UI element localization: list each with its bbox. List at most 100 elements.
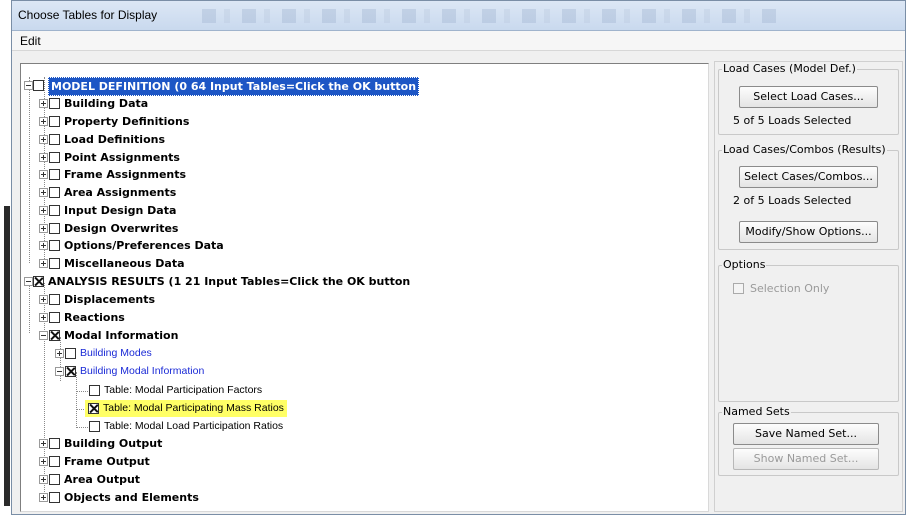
table-tree[interactable]: MODEL DEFINITION (0 64 Input Tables=Clic…	[20, 63, 709, 512]
tree-item-label: Building Data	[64, 97, 149, 110]
options-group: Options Selection Only	[718, 258, 899, 402]
tree-item-checkbox[interactable]	[49, 258, 60, 269]
tree-item-frame-assignments[interactable]: Frame Assignments	[49, 166, 186, 183]
tree-item-checkbox[interactable]	[49, 205, 60, 216]
tree-item-modal-information[interactable]: Modal Information	[49, 327, 178, 344]
expand-icon[interactable]	[39, 259, 48, 268]
tree-item-label: Load Definitions	[64, 133, 166, 146]
tree-item-model-definition[interactable]: MODEL DEFINITION (0 64 Input Tables=Clic…	[33, 77, 420, 96]
tree-item-checkbox[interactable]	[49, 223, 60, 234]
tree-item-options-preferences-data[interactable]: Options/Preferences Data	[49, 237, 224, 254]
select-cases-combos-button[interactable]: Select Cases/Combos...	[739, 166, 878, 188]
tree-item-label: Table: Modal Participating Mass Ratios	[103, 402, 284, 414]
tree-item-checkbox[interactable]	[89, 421, 100, 432]
expand-icon[interactable]	[39, 170, 48, 179]
modify-show-options-button[interactable]: Modify/Show Options...	[739, 221, 878, 243]
tree-item-area-assignments[interactable]: Area Assignments	[49, 184, 176, 201]
highlight-marker: Table: Modal Participating Mass Ratios	[85, 400, 287, 417]
choose-tables-dialog: Choose Tables for Display Edit MODEL DEF…	[11, 0, 906, 515]
selection-only-checkbox[interactable]: Selection Only	[733, 282, 829, 295]
tree-item-checkbox[interactable]	[49, 312, 60, 323]
tree-item-checkbox[interactable]	[49, 438, 60, 449]
expand-icon[interactable]	[39, 493, 48, 502]
tree-item-reactions[interactable]: Reactions	[49, 309, 125, 326]
tree-item-checkbox[interactable]	[33, 276, 44, 287]
expand-icon[interactable]	[39, 99, 48, 108]
expand-icon[interactable]	[39, 475, 48, 484]
collapse-icon[interactable]	[55, 367, 64, 376]
tree-item-checkbox[interactable]	[49, 492, 60, 503]
tree-item-label: Table: Modal Participation Factors	[104, 384, 263, 396]
expand-icon[interactable]	[39, 117, 48, 126]
tree-item-building-modes[interactable]: Building Modes	[65, 345, 152, 362]
tree-item-objects-and-elements[interactable]: Objects and Elements	[49, 489, 199, 506]
tree-item-checkbox[interactable]	[49, 240, 60, 251]
collapse-icon[interactable]	[39, 331, 48, 340]
expand-icon[interactable]	[39, 241, 48, 250]
tree-item-checkbox[interactable]	[49, 98, 60, 109]
load-cases-model-legend: Load Cases (Model Def.)	[722, 62, 857, 75]
select-load-cases-button[interactable]: Select Load Cases...	[739, 86, 878, 108]
tree-item-table-modal-participation-factors[interactable]: Table: Modal Participation Factors	[89, 382, 262, 399]
tree-item-checkbox[interactable]	[88, 403, 99, 414]
tree-item-frame-output[interactable]: Frame Output	[49, 453, 150, 470]
tree-item-building-output[interactable]: Building Output	[49, 435, 162, 452]
tree-item-property-definitions[interactable]: Property Definitions	[49, 113, 189, 130]
tree-item-design-overwrites[interactable]: Design Overwrites	[49, 220, 178, 237]
collapse-icon[interactable]	[24, 81, 33, 90]
tree-item-label: Reactions	[64, 311, 125, 324]
tree-item-checkbox[interactable]	[65, 348, 76, 359]
tree-item-area-output[interactable]: Area Output	[49, 471, 140, 488]
expand-icon[interactable]	[39, 224, 48, 233]
tree-item-checkbox[interactable]	[49, 116, 60, 127]
tree-item-checkbox[interactable]	[89, 385, 100, 396]
load-cases-results-legend: Load Cases/Combos (Results)	[722, 143, 887, 156]
expand-icon[interactable]	[39, 188, 48, 197]
tree-item-checkbox[interactable]	[33, 80, 44, 91]
tree-item-checkbox[interactable]	[49, 152, 60, 163]
tree-item-miscellaneous-data[interactable]: Miscellaneous Data	[49, 255, 185, 272]
expand-icon[interactable]	[39, 439, 48, 448]
tree-item-load-definitions[interactable]: Load Definitions	[49, 131, 165, 148]
tree-item-label: Building Modes	[80, 347, 152, 359]
tree-item-checkbox[interactable]	[49, 456, 60, 467]
expand-icon[interactable]	[55, 349, 64, 358]
named-sets-group: Named Sets Save Named Set... Show Named …	[718, 405, 899, 476]
tree-item-checkbox[interactable]	[49, 187, 60, 198]
expand-icon[interactable]	[39, 135, 48, 144]
tree-item-input-design-data[interactable]: Input Design Data	[49, 202, 176, 219]
tree-item-analysis-results[interactable]: ANALYSIS RESULTS (1 21 Input Tables=Clic…	[33, 273, 410, 290]
tree-item-point-assignments[interactable]: Point Assignments	[49, 149, 180, 166]
title-bar: Choose Tables for Display	[12, 1, 905, 31]
tree-line	[29, 283, 30, 333]
tree-item-checkbox[interactable]	[65, 366, 76, 377]
tree-item-checkbox[interactable]	[49, 330, 60, 341]
tree-item-table-modal-load-participation-ratios[interactable]: Table: Modal Load Participation Ratios	[89, 418, 283, 435]
tree-line	[76, 391, 88, 392]
menu-bar: Edit	[12, 31, 905, 51]
expand-icon[interactable]	[39, 457, 48, 466]
tree-item-table-modal-participating-mass-ratios[interactable]: Table: Modal Participating Mass Ratios	[85, 400, 287, 417]
tree-item-label: Area Assignments	[64, 186, 177, 199]
selection-only-label: Selection Only	[750, 282, 830, 295]
tree-item-building-data[interactable]: Building Data	[49, 95, 148, 112]
checkbox-box	[733, 283, 744, 294]
expand-icon[interactable]	[39, 295, 48, 304]
collapse-icon[interactable]	[24, 277, 33, 286]
tree-item-checkbox[interactable]	[49, 169, 60, 180]
tree-item-checkbox[interactable]	[49, 474, 60, 485]
expand-icon[interactable]	[39, 313, 48, 322]
save-named-set-button[interactable]: Save Named Set...	[733, 423, 879, 445]
background-bar	[4, 206, 10, 506]
show-named-set-button[interactable]: Show Named Set...	[733, 448, 879, 470]
tree-line	[76, 427, 88, 428]
expand-icon[interactable]	[39, 206, 48, 215]
tree-item-checkbox[interactable]	[49, 294, 60, 305]
tree-item-checkbox[interactable]	[49, 134, 60, 145]
load-cases-results-status: 2 of 5 Loads Selected	[733, 194, 852, 207]
tree-item-building-modal-information[interactable]: Building Modal Information	[65, 363, 204, 380]
tree-item-label: Objects and Elements	[64, 491, 199, 504]
tree-item-displacements[interactable]: Displacements	[49, 291, 155, 308]
expand-icon[interactable]	[39, 153, 48, 162]
menu-edit[interactable]: Edit	[20, 34, 41, 48]
